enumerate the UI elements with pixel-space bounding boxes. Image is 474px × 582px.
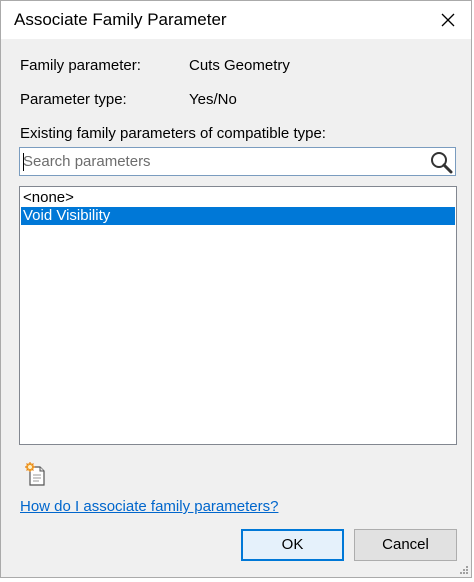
list-item-void-visibility[interactable]: Void Visibility bbox=[21, 207, 455, 225]
family-parameter-value: Cuts Geometry bbox=[189, 57, 290, 74]
search-icon[interactable] bbox=[429, 150, 453, 174]
search-input[interactable] bbox=[20, 148, 423, 175]
cancel-button[interactable]: Cancel bbox=[354, 529, 457, 561]
new-parameter-icon[interactable] bbox=[23, 461, 49, 487]
text-caret bbox=[23, 153, 24, 171]
family-parameter-label: Family parameter: bbox=[20, 57, 141, 74]
parameter-type-value: Yes/No bbox=[189, 91, 237, 108]
associate-family-parameter-dialog: Associate Family Parameter Family parame… bbox=[0, 0, 472, 578]
existing-parameters-label: Existing family parameters of compatible… bbox=[20, 125, 326, 142]
title-bar: Associate Family Parameter bbox=[1, 1, 471, 39]
resize-grip-icon[interactable] bbox=[459, 565, 469, 575]
search-box bbox=[19, 147, 456, 176]
parameters-list[interactable]: <none> Void Visibility bbox=[19, 186, 457, 445]
close-icon bbox=[441, 13, 455, 27]
parameter-type-label: Parameter type: bbox=[20, 91, 127, 108]
help-link[interactable]: How do I associate family parameters? bbox=[20, 498, 278, 515]
ok-button[interactable]: OK bbox=[241, 529, 344, 561]
close-button[interactable] bbox=[433, 5, 463, 35]
list-item-none[interactable]: <none> bbox=[21, 189, 455, 207]
dialog-title: Associate Family Parameter bbox=[14, 10, 227, 29]
